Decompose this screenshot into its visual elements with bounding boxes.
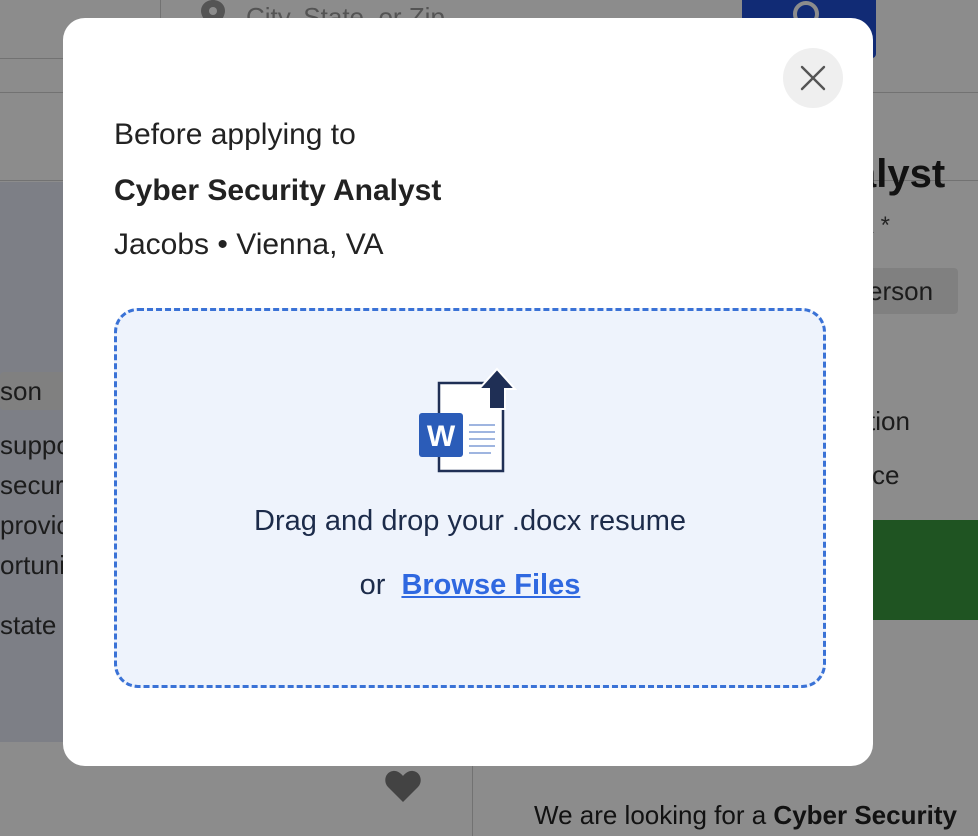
modal-intro: Before applying to [114,118,356,151]
job-title: Cyber Security Analyst [114,174,442,207]
or-label: or [359,569,386,601]
word-document-upload-icon: W [419,367,518,473]
page: City, State, or Zip son suppo secur prov… [0,0,978,836]
resume-dropzone[interactable]: W Drag and drop your .docx resume or Brow… [114,308,826,688]
dropzone-instruction: Drag and drop your .docx resume [254,505,686,537]
word-badge-letter: W [427,420,456,453]
browse-row: or Browse Files [117,569,823,602]
close-button[interactable] [783,48,843,108]
apply-modal: Before applying to Cyber Security Analys… [63,18,873,766]
browse-files-link[interactable]: Browse Files [401,569,580,601]
job-company-location: Jacobs • Vienna, VA [114,228,384,261]
close-icon [800,65,826,91]
